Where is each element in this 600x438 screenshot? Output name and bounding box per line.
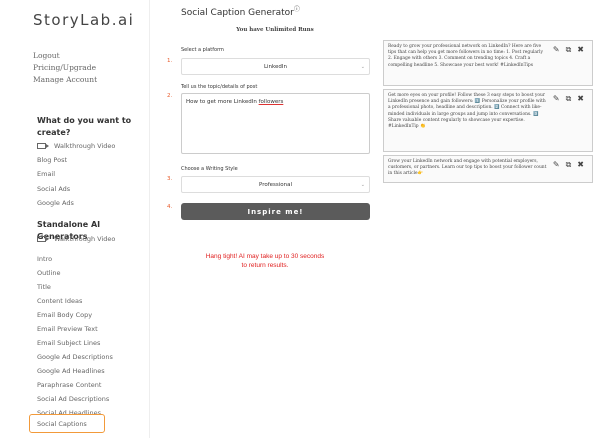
result-text[interactable]: Grow your LinkedIn network and engage wi… — [388, 159, 548, 178]
result-card: Ready to grow your professional network … — [383, 40, 593, 86]
topic-label: Tell us the topic/details of post — [181, 84, 258, 90]
sidebar-item-walkthrough-video[interactable]: Walkthrough Video — [37, 142, 115, 150]
copy-icon[interactable]: ⧉ — [566, 46, 572, 54]
logo[interactable]: StoryLab.ai — [33, 11, 134, 29]
sidebar-item-paraphrase-content[interactable]: Paraphrase Content — [37, 381, 101, 389]
video-icon — [37, 236, 49, 242]
sidebar-item-intro[interactable]: Intro — [37, 255, 52, 263]
pricing-upgrade-link[interactable]: Pricing/Upgrade — [33, 63, 96, 72]
sidebar-item-email-subject-lines[interactable]: Email Subject Lines — [37, 339, 100, 347]
sidebar-item-social-ads[interactable]: Social Ads — [37, 185, 70, 193]
writing-style-select[interactable]: Professional ⌄ — [181, 176, 370, 193]
chevron-down-icon: ⌄ — [360, 64, 365, 70]
loading-message: Hang tight! AI may take up to 30 seconds… — [205, 253, 325, 269]
info-icon[interactable]: ⓘ — [294, 6, 300, 13]
writing-style-label: Choose a Writing Style — [181, 166, 238, 172]
what-to-create-heading: What do you want to create? — [37, 116, 132, 137]
sidebar-item-social-captions[interactable]: Social Captions — [37, 420, 87, 428]
copy-icon[interactable]: ⧉ — [566, 95, 572, 103]
sidebar-item-social-ad-descriptions[interactable]: Social Ad Descriptions — [37, 395, 109, 403]
result-card: Get more eyes on your profile! Follow th… — [383, 89, 593, 152]
sidebar-item-google-ads[interactable]: Google Ads — [37, 199, 74, 207]
copy-icon[interactable]: ⧉ — [566, 161, 572, 169]
step-number-3: 3. — [167, 176, 173, 182]
edit-icon[interactable]: ✎ — [553, 46, 560, 54]
page-title: Social Caption Generatorⓘ — [181, 6, 300, 18]
step-number-2: 2. — [167, 93, 173, 99]
sidebar-item-google-ad-headlines[interactable]: Google Ad Headlines — [37, 367, 105, 375]
platform-select[interactable]: LinkedIn ⌄ — [181, 58, 370, 75]
sidebar-item-walkthrough-video-2[interactable]: Walkthrough Video — [37, 235, 115, 243]
edit-icon[interactable]: ✎ — [553, 95, 560, 103]
sidebar-item-content-ideas[interactable]: Content Ideas — [37, 297, 82, 305]
result-text[interactable]: Get more eyes on your profile! Follow th… — [388, 93, 548, 130]
close-icon[interactable]: ✖ — [577, 46, 584, 54]
result-text[interactable]: Ready to grow your professional network … — [388, 44, 548, 69]
sidebar-item-email-preview-text[interactable]: Email Preview Text — [37, 325, 98, 333]
close-icon[interactable]: ✖ — [577, 95, 584, 103]
video-icon — [37, 143, 49, 149]
inspire-me-button[interactable]: Inspire me! — [181, 203, 370, 220]
runs-status: You have Unlimited Runs — [236, 27, 314, 33]
step-number-1: 1. — [167, 58, 173, 64]
sidebar-item-email[interactable]: Email — [37, 170, 55, 178]
result-actions: ✎ ⧉ ✖ — [553, 46, 584, 54]
sidebar: StoryLab.ai Logout Pricing/Upgrade Manag… — [0, 0, 150, 438]
result-card: Grow your LinkedIn network and engage wi… — [383, 155, 593, 183]
logout-link[interactable]: Logout — [33, 51, 60, 60]
manage-account-link[interactable]: Manage Account — [33, 75, 97, 84]
edit-icon[interactable]: ✎ — [553, 161, 560, 169]
result-actions: ✎ ⧉ ✖ — [553, 161, 584, 169]
step-number-4: 4. — [167, 204, 173, 210]
sidebar-item-google-ad-descriptions[interactable]: Google Ad Descriptions — [37, 353, 113, 361]
sidebar-item-outline[interactable]: Outline — [37, 269, 61, 277]
result-actions: ✎ ⧉ ✖ — [553, 95, 584, 103]
sidebar-item-blog-post[interactable]: Blog Post — [37, 156, 67, 164]
sidebar-item-title[interactable]: Title — [37, 283, 51, 291]
chevron-down-icon: ⌄ — [360, 182, 365, 188]
sidebar-item-email-body-copy[interactable]: Email Body Copy — [37, 311, 92, 319]
topic-textarea[interactable]: How to get more LinkedIn followers — [181, 93, 370, 154]
platform-label: Select a platform — [181, 47, 224, 53]
close-icon[interactable]: ✖ — [577, 161, 584, 169]
